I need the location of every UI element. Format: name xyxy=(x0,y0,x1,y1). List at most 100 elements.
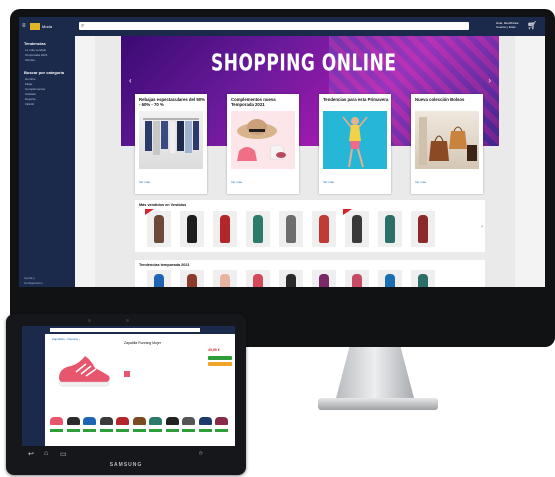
product-thumbnail[interactable] xyxy=(145,209,171,247)
shoe-thumbnail-image xyxy=(215,417,228,425)
home-icon[interactable]: ⌂ xyxy=(44,450,48,457)
shoe-thumbnail-image xyxy=(50,417,63,425)
product-thumbnail[interactable] xyxy=(312,211,336,247)
product-image xyxy=(286,215,296,243)
product-image xyxy=(253,274,263,287)
search-input[interactable]: ⌕ xyxy=(79,22,469,30)
product-thumbnail[interactable] xyxy=(411,211,435,247)
product-image xyxy=(319,274,329,287)
sidebar-item[interactable]: Complementos xyxy=(25,87,45,91)
sidebar-item[interactable]: Temporada 2021 xyxy=(25,53,48,57)
strip-title: Más vendidos en Vestidos xyxy=(139,203,187,207)
shoe-thumbnail-image xyxy=(165,417,179,425)
product-thumbnail[interactable] xyxy=(378,211,402,247)
account-menu[interactable]: Hola, Identifícate Cuenta y listas xyxy=(496,21,519,29)
sidebar: ≡ Moda Tendencias Lo más vendido Tempora… xyxy=(19,17,75,287)
promo-card-sales[interactable]: Rebajas espectaculares del 50% - 60% - 7… xyxy=(135,94,207,194)
sidebar-item[interactable]: Calzado xyxy=(25,92,36,96)
add-button[interactable] xyxy=(132,429,146,432)
color-swatch[interactable] xyxy=(124,371,130,377)
product-thumbnail[interactable] xyxy=(213,270,237,287)
tablet-camera xyxy=(126,319,129,322)
product-thumbnail[interactable] xyxy=(279,270,303,287)
chevron-right-icon[interactable]: › xyxy=(481,224,483,230)
product-thumbnail[interactable] xyxy=(411,270,435,287)
recent-apps-icon[interactable]: ▭ xyxy=(60,450,67,458)
product-image xyxy=(187,215,197,243)
cart-icon[interactable]: 🛒︎ xyxy=(527,21,537,30)
sidebar-item[interactable]: Infantil xyxy=(25,102,34,106)
add-button[interactable] xyxy=(83,429,96,432)
product-thumbnail[interactable] xyxy=(312,270,336,287)
related-product[interactable] xyxy=(132,413,146,435)
product-thumbnail[interactable] xyxy=(147,270,171,287)
product-thumbnail[interactable] xyxy=(345,270,369,287)
add-button[interactable] xyxy=(50,429,63,432)
product-image xyxy=(253,215,263,243)
sidebar-item[interactable]: Deporte xyxy=(25,97,36,101)
add-button[interactable] xyxy=(66,429,80,432)
logo-icon xyxy=(30,23,40,30)
add-button[interactable] xyxy=(149,429,162,432)
search-icon[interactable]: ⌕ xyxy=(81,22,84,30)
related-product[interactable] xyxy=(83,413,96,435)
related-product[interactable] xyxy=(182,413,195,435)
buy-now-button[interactable] xyxy=(208,362,232,366)
back-icon[interactable]: ↩ xyxy=(28,450,34,458)
card-title: Nueva colección Bolsos xyxy=(415,97,465,102)
related-product[interactable] xyxy=(198,413,212,435)
monitor-screen: ≡ Moda Tendencias Lo más vendido Tempora… xyxy=(19,17,545,287)
sidebar-footer-line[interactable]: Ayuda y xyxy=(24,276,35,280)
chevron-left-icon[interactable]: ‹ xyxy=(129,76,132,85)
card-link[interactable]: Ver más xyxy=(323,180,334,184)
related-product[interactable] xyxy=(99,413,113,435)
tablet-search-input[interactable] xyxy=(50,328,200,332)
sidebar-item[interactable]: Ofertas xyxy=(25,58,35,62)
product-image xyxy=(187,274,197,287)
hamburger-menu-icon[interactable]: ≡ xyxy=(22,23,26,29)
chevron-right-icon[interactable]: › xyxy=(488,76,491,85)
product-image xyxy=(154,274,164,287)
related-product[interactable] xyxy=(215,413,228,435)
sidebar-item[interactable]: Hombre xyxy=(25,77,36,81)
spring-model-image xyxy=(323,111,387,169)
sidebar-item[interactable]: Lo más vendido xyxy=(25,48,46,52)
product-thumbnail[interactable] xyxy=(378,270,402,287)
breadcrumb[interactable]: Zapatillas › Deporte › xyxy=(52,337,80,341)
sidebar-item[interactable]: Mujer xyxy=(25,82,33,86)
related-product[interactable] xyxy=(50,413,63,435)
add-button[interactable] xyxy=(99,429,113,432)
sidebar-brand: Moda xyxy=(42,24,53,29)
clothing-rack-image xyxy=(139,111,203,169)
add-button[interactable] xyxy=(215,429,228,432)
add-button[interactable] xyxy=(198,429,212,432)
add-button[interactable] xyxy=(116,429,129,432)
product-thumbnail[interactable] xyxy=(180,211,204,247)
product-thumbnail[interactable] xyxy=(343,209,369,247)
product-thumbnail[interactable] xyxy=(246,270,270,287)
promo-card-accessories[interactable]: Complementos nueva Temporada 2021 Ver má… xyxy=(227,94,299,194)
tablet-navigation-bar: ↩ ⌂ ▭ ◷ xyxy=(22,448,235,460)
add-to-cart-button[interactable] xyxy=(208,356,232,360)
card-link[interactable]: Ver más xyxy=(415,180,426,184)
add-button[interactable] xyxy=(182,429,195,432)
sidebar-footer-line[interactable]: Configuración xyxy=(24,281,43,285)
product-thumbnail[interactable] xyxy=(213,211,237,247)
related-product[interactable] xyxy=(165,413,179,435)
product-image xyxy=(220,215,230,243)
promo-card-bags[interactable]: Nueva colección Bolsos Ver más xyxy=(411,94,483,194)
product-thumbnail[interactable] xyxy=(279,211,303,247)
product-image xyxy=(385,215,395,243)
related-product[interactable] xyxy=(116,413,129,435)
promo-card-spring[interactable]: Tendencias para esta Primavera Ver más xyxy=(319,94,391,194)
product-thumbnail[interactable] xyxy=(246,211,270,247)
add-button[interactable] xyxy=(165,429,179,432)
product-thumbnail[interactable] xyxy=(180,270,204,287)
product-title: Zapatilla Running Mujer xyxy=(124,341,161,345)
status-clock-icon: ◷ xyxy=(199,450,203,455)
related-product[interactable] xyxy=(66,413,80,435)
product-image xyxy=(385,274,395,287)
related-product[interactable] xyxy=(149,413,162,435)
card-link[interactable]: Ver más xyxy=(139,180,150,184)
card-link[interactable]: Ver más xyxy=(231,180,242,184)
